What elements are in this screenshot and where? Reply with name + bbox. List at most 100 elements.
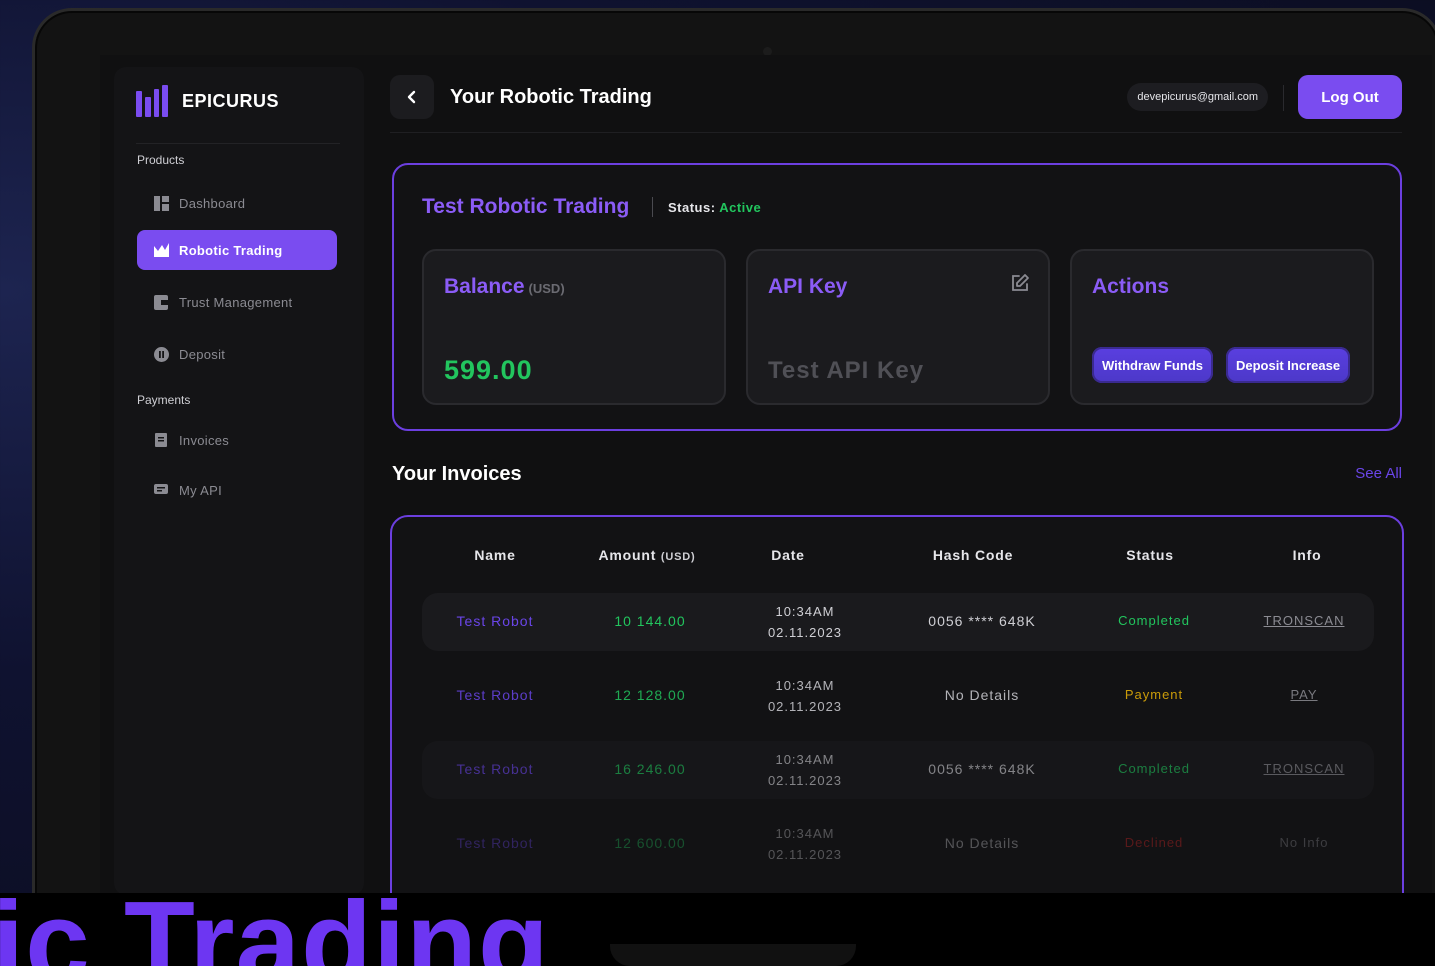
sidebar-item-invoices[interactable]: Invoices: [137, 420, 337, 460]
invoice-date: 02.11.2023: [767, 847, 843, 862]
column-header-date: Date: [771, 547, 805, 563]
chart-icon: [153, 242, 169, 258]
invoice-status: Payment: [1124, 687, 1184, 702]
invoice-status: Declined: [1124, 835, 1184, 850]
invoice-status: Completed: [1118, 761, 1190, 776]
invoice-amount: 10 144.00: [614, 613, 686, 629]
invoice-time: 10:34AM: [775, 678, 835, 693]
invoice-amount: 12 600.00: [614, 835, 686, 851]
column-header-info: Info: [1292, 547, 1322, 563]
invoice-name: Test Robot: [456, 761, 534, 777]
invoice-hash: No Details: [944, 687, 1020, 703]
invoices-table: Name Amount (USD) Date Hash Code Status …: [390, 515, 1404, 895]
deposit-increase-button[interactable]: Deposit Increase: [1226, 347, 1351, 383]
invoice-time: 10:34AM: [775, 826, 835, 841]
back-button[interactable]: [390, 75, 434, 119]
top-header: Your Robotic Trading devepicurus@gmail.c…: [390, 75, 1402, 121]
sidebar-item-label: Invoices: [179, 432, 230, 448]
chevron-left-icon: [407, 90, 416, 104]
robot-name: Test Robotic Trading: [422, 195, 630, 218]
invoice-hash: 0056 **** 648K: [928, 761, 1036, 777]
header-separator: [1283, 85, 1284, 111]
balance-value: 599.00: [444, 355, 533, 385]
invoice-datetime: 10:34AM 02.11.2023: [740, 823, 870, 865]
invoice-info-link: No Info: [1279, 835, 1329, 850]
logout-button[interactable]: Log Out: [1298, 75, 1402, 119]
title-separator: [652, 197, 653, 217]
api-key-card: API Key Test API Key: [746, 249, 1050, 405]
document-icon: [153, 294, 169, 310]
balance-title: Balance (USD): [444, 275, 565, 299]
sidebar-item-label: Deposit: [179, 346, 226, 362]
app-screen: EPICURUS Products Dashboard Robotic Trad…: [100, 55, 1432, 895]
invoice-info-link[interactable]: TRONSCAN: [1244, 761, 1364, 776]
section-label-payments: Payments: [137, 393, 191, 407]
header-divider: [390, 132, 1402, 133]
invoice-datetime: 10:34AM 02.11.2023: [740, 749, 870, 791]
invoices-title: Your Invoices: [392, 463, 522, 485]
invoice-hash: No Details: [944, 835, 1020, 851]
edit-icon[interactable]: [1010, 273, 1030, 298]
sidebar-item-dashboard[interactable]: Dashboard: [137, 183, 337, 223]
sidebar-item-label: Dashboard: [179, 195, 246, 211]
column-header-name: Name: [474, 547, 516, 563]
sidebar-divider: [136, 143, 340, 144]
status-label: Status:: [668, 200, 716, 215]
invoice-name: Test Robot: [456, 613, 534, 629]
sidebar-item-robotic-trading[interactable]: Robotic Trading: [137, 230, 337, 270]
invoice-datetime: 10:34AM 02.11.2023: [740, 675, 870, 717]
invoice-name: Test Robot: [456, 835, 534, 851]
invoice-date: 02.11.2023: [767, 625, 843, 640]
laptop-notch: [610, 944, 856, 966]
invoice-time: 10:34AM: [775, 752, 835, 767]
invoice-date: 02.11.2023: [767, 699, 843, 714]
invoice-status: Completed: [1118, 613, 1190, 628]
see-all-link[interactable]: See All: [1355, 465, 1402, 482]
actions-title: Actions: [1092, 275, 1170, 298]
overlay-headline: ic Trading: [0, 877, 550, 966]
sidebar-item-label: My API: [179, 482, 222, 498]
amount-header-text: Amount: [598, 547, 657, 563]
robot-status: Status: Active: [668, 200, 761, 215]
invoice-name: Test Robot: [456, 687, 534, 703]
table-row[interactable]: Test Robot 16 246.00 10:34AM 02.11.2023 0056…: [422, 741, 1374, 799]
invoice-amount: 12 128.00: [614, 687, 686, 703]
page-title: Your Robotic Trading: [450, 86, 652, 108]
invoice-amount: 16 246.00: [614, 761, 686, 777]
api-key-title: API Key: [768, 275, 848, 298]
table-row[interactable]: Test Robot 12 600.00 10:34AM 02.11.2023 No D…: [422, 815, 1374, 873]
dashboard-icon: [153, 195, 169, 211]
invoice-icon: [153, 432, 169, 448]
invoice-info-link[interactable]: PAY: [1244, 687, 1364, 702]
withdraw-funds-button[interactable]: Withdraw Funds: [1092, 347, 1213, 383]
sidebar-item-label: Robotic Trading: [179, 242, 283, 258]
sidebar-item-deposit[interactable]: Deposit: [137, 334, 337, 374]
brand-name: EPICURUS: [182, 90, 280, 111]
sidebar-item-trust-management[interactable]: Trust Management: [137, 282, 337, 322]
sidebar-item-label: Trust Management: [179, 294, 293, 310]
api-key-value: Test API Key: [768, 357, 925, 384]
column-header-status: Status: [1126, 547, 1174, 563]
invoice-datetime: 10:34AM 02.11.2023: [740, 601, 870, 643]
table-row[interactable]: Test Robot 10 144.00 10:34AM 02.11.2023 0056…: [422, 593, 1374, 651]
invoice-date: 02.11.2023: [767, 773, 843, 788]
table-row[interactable]: Test Robot 12 128.00 10:34AM 02.11.2023 No D…: [422, 667, 1374, 725]
brand-logo[interactable]: EPICURUS: [136, 85, 279, 117]
balance-card: Balance (USD) 599.00: [422, 249, 726, 405]
coin-icon: [153, 346, 169, 362]
balance-unit: (USD): [528, 281, 565, 296]
user-email-chip[interactable]: devepicurus@gmail.com: [1127, 83, 1268, 111]
column-header-amount: Amount (USD): [582, 547, 712, 563]
amount-header-unit: (USD): [660, 551, 696, 563]
invoice-time: 10:34AM: [775, 604, 835, 619]
api-icon: [153, 482, 169, 498]
sidebar: EPICURUS Products Dashboard Robotic Trad…: [114, 67, 364, 895]
balance-title-text: Balance: [444, 275, 525, 298]
column-header-hash: Hash Code: [932, 547, 1014, 563]
logo-icon: [136, 85, 168, 117]
status-value: Active: [719, 200, 762, 215]
invoice-info-link[interactable]: TRONSCAN: [1244, 613, 1364, 628]
invoice-hash: 0056 **** 648K: [928, 613, 1036, 629]
section-label-products: Products: [137, 153, 185, 167]
sidebar-item-my-api[interactable]: My API: [137, 470, 337, 510]
